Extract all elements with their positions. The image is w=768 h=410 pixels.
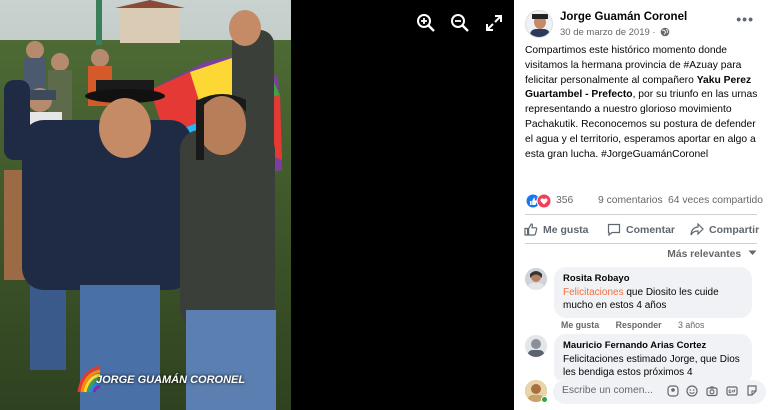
photo-illustration — [0, 0, 291, 410]
author-name[interactable]: Jorge Guamán Coronel — [560, 11, 687, 23]
comment-highlight: Felicitaciones — [563, 286, 624, 298]
emoji-icon[interactable] — [686, 385, 698, 400]
comment-bubble: Mauricio Fernando Arias Cortez Felicitac… — [554, 334, 752, 384]
share-count[interactable]: 64 veces compartido — [668, 195, 763, 206]
post-text: Compartimos este histórico momento donde… — [525, 44, 763, 162]
reaction-icons[interactable] — [525, 193, 553, 209]
composer-icons — [662, 385, 759, 400]
comment-author[interactable]: Rosita Robayo — [563, 272, 743, 286]
comment-body: Felicitaciones estimado Jorge, que Dios … — [563, 353, 740, 379]
post-date: 30 de marzo de 2019 · — [560, 27, 670, 38]
post-date-text[interactable]: 30 de marzo de 2019 · — [560, 27, 656, 38]
share-label: Compartir — [709, 224, 760, 236]
avatar-sticker-icon[interactable] — [666, 385, 679, 400]
post-panel: Jorge Guamán Coronel 30 de marzo de 2019… — [514, 0, 768, 410]
gif-icon[interactable] — [726, 385, 738, 400]
post-actions: Me gusta Comentar Compartir — [514, 219, 768, 241]
comment-bubble: Rosita Robayo Felicitaciones que Diosito… — [554, 267, 752, 318]
reaction-count[interactable]: 356 — [556, 195, 573, 206]
photo-viewer: JORGE GUAMÁN CORONEL — [0, 0, 514, 410]
comment-meta: Me gusta Responder 3 años — [561, 320, 718, 330]
like-button[interactable]: Me gusta — [524, 223, 589, 236]
comment-text: Felicitaciones que Diosito les cuide muc… — [563, 286, 743, 313]
divider-bottom — [525, 243, 757, 244]
share-button[interactable]: Compartir — [690, 222, 760, 236]
share-arrow-icon — [690, 222, 704, 236]
comments-filter-dropdown[interactable]: Más relevantes — [667, 249, 757, 260]
comment-reply-link[interactable]: Responder — [616, 320, 662, 330]
post-stats: 356 9 comentarios 64 veces compartido — [525, 193, 763, 209]
post-header: Jorge Guamán Coronel 30 de marzo de 2019… — [514, 0, 768, 42]
zoom-in-icon[interactable] — [416, 13, 436, 33]
comment-icon — [607, 223, 621, 237]
author-avatar[interactable] — [525, 10, 553, 38]
globe-icon — [660, 28, 670, 37]
comment-avatar[interactable] — [525, 335, 547, 357]
comment-label: Comentar — [626, 224, 676, 236]
comment-count[interactable]: 9 comentarios — [598, 195, 663, 206]
chevron-down-icon — [748, 250, 757, 255]
like-label: Me gusta — [543, 224, 589, 236]
sticker-icon[interactable] — [746, 385, 758, 400]
online-status-dot — [541, 396, 548, 403]
watermark-text: JORGE GUAMÁN CORONEL — [96, 374, 246, 386]
thumbs-up-icon — [524, 223, 538, 236]
comment-composer: Escribe un comen... — [525, 380, 768, 404]
comment-input-placeholder: Escribe un comen... — [562, 385, 653, 396]
comment-input[interactable]: Escribe un comen... — [553, 380, 766, 404]
comment-age[interactable]: 3 años — [678, 320, 704, 330]
post-photo: JORGE GUAMÁN CORONEL — [0, 0, 291, 410]
post-hashtag[interactable]: #JorgeGuamánCoronel — [601, 149, 708, 160]
comment-avatar[interactable] — [525, 268, 547, 290]
fullscreen-icon[interactable] — [484, 13, 504, 33]
camera-icon[interactable] — [706, 385, 718, 400]
comments-filter-label: Más relevantes — [667, 249, 742, 260]
comment-like-link[interactable]: Me gusta — [561, 320, 599, 330]
photo-watermark: JORGE GUAMÁN CORONEL — [76, 365, 245, 397]
comment-author[interactable]: Mauricio Fernando Arias Cortez — [563, 339, 743, 353]
divider-top — [525, 214, 757, 215]
zoom-out-icon[interactable] — [450, 13, 470, 33]
more-options-icon[interactable]: ••• — [736, 12, 754, 26]
comment-button[interactable]: Comentar — [607, 223, 676, 237]
